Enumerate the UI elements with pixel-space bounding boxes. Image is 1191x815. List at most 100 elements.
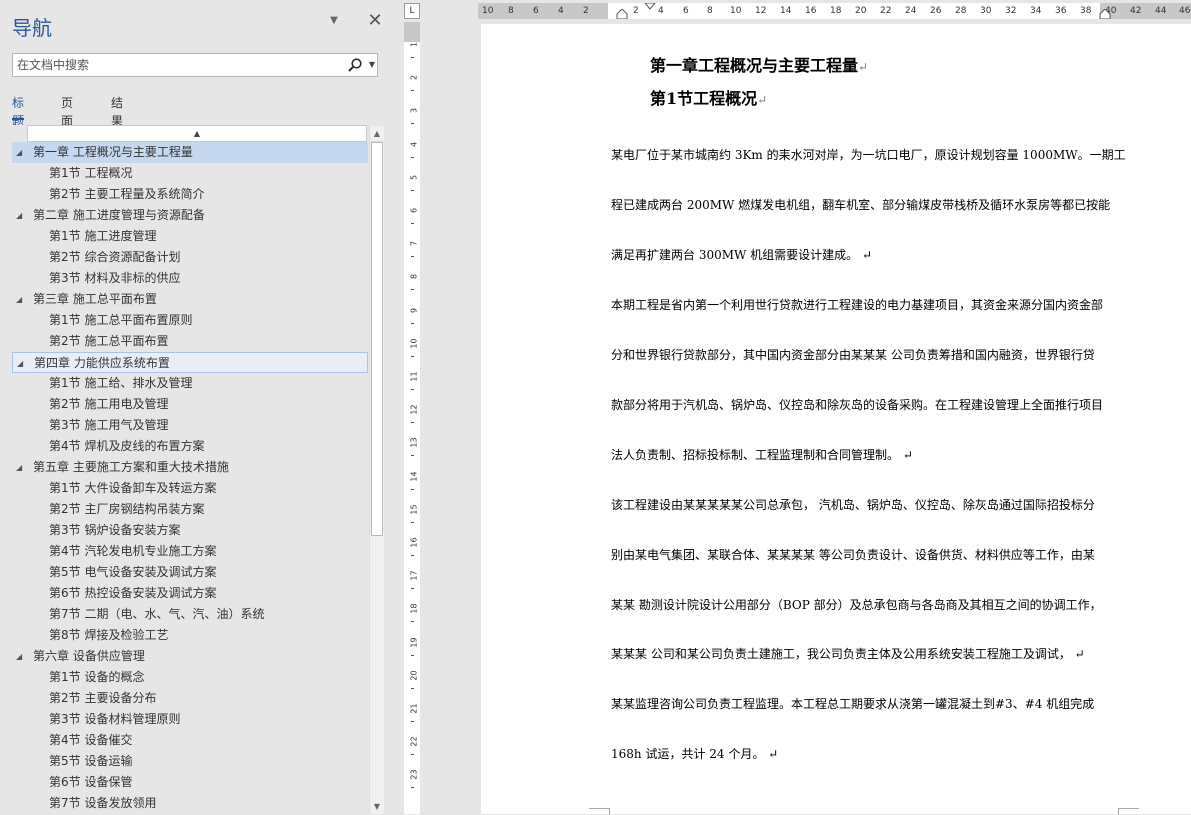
tab-selector[interactable]: L	[404, 3, 420, 19]
collapse-triangle-icon[interactable]: ◢	[16, 205, 22, 226]
nav-item-label: 第8节 焊接及检验工艺	[49, 628, 169, 642]
nav-item-label: 第一章 工程概况与主要工程量	[33, 145, 193, 159]
body-text-line[interactable]: 某某某 公司和某公司负责土建施工，我公司负责主体及公用系统安装工程施工及调试， …	[611, 645, 1118, 662]
heading-section[interactable]: 第1节工程概况↵	[650, 85, 767, 109]
ruler-tick-label: 10	[409, 338, 419, 349]
scrollbar-thumb[interactable]	[371, 142, 383, 536]
nav-section-item[interactable]: 第3节 锅炉设备安装方案	[12, 520, 368, 541]
ruler-tick-label: 16	[805, 6, 817, 16]
ruler-tick-mark	[411, 355, 414, 357]
body-text-line[interactable]: 该工程建设由某某某某某公司总承包， 汽机岛、锅炉岛、仪控岛、除灰岛通过国际招投标…	[611, 496, 1118, 513]
nav-item-label: 第1节 设备的概念	[49, 670, 145, 684]
horizontal-ruler[interactable]: 10 8 6 4 2 2 4 6 8 10 12 14 16 18 20 22 24 26 28 30 32 34 36 38…	[478, 3, 1191, 19]
nav-chapter-item[interactable]: ◢ 第二章 施工进度管理与资源配备	[12, 205, 368, 226]
ruler-tick-label: 2	[409, 75, 419, 81]
first-line-indent-marker-icon[interactable]	[644, 3, 656, 19]
nav-chapter-item[interactable]: ◢ 第五章 主要施工方案和重大技术措施	[12, 457, 368, 478]
pane-options-chevron-down-icon[interactable]: ▼	[327, 14, 341, 28]
nav-section-item[interactable]: 第1节 设备的概念	[12, 667, 368, 688]
body-text-line[interactable]: 某电厂位于某市城南约 3Km 的耒水河对岸，为一坑口电厂，原设计规划容量 100…	[611, 146, 1126, 163]
body-text-line[interactable]: 本期工程是省内第一个利用世行贷款进行工程建设的电力基建项目，其资金来源分国内资金…	[611, 296, 1118, 313]
nav-section-item[interactable]: 第6节 热控设备安装及调试方案	[12, 583, 368, 604]
nav-section-item[interactable]: 第4节 设备催交	[12, 730, 368, 751]
ruler-tick-label: 20	[855, 6, 867, 16]
search-icon[interactable]	[347, 57, 363, 73]
nav-section-item[interactable]: 第4节 焊机及皮线的布置方案	[12, 436, 368, 457]
nav-section-item[interactable]: 第3节 施工用气及管理	[12, 415, 368, 436]
nav-section-item[interactable]: 第1节 施工给、排水及管理	[12, 373, 368, 394]
ruler-tick-label: 5	[409, 174, 419, 180]
body-text-line[interactable]: 168h 试运，共计 24 个月。 ↵	[611, 745, 1118, 762]
nav-section-item[interactable]: 第2节 施工总平面布置	[12, 331, 368, 352]
nav-item-label: 第4节 汽轮发电机专业施工方案	[49, 544, 217, 558]
nav-section-item[interactable]: 第5节 设备运输	[12, 751, 368, 772]
collapse-triangle-icon[interactable]: ◢	[16, 646, 22, 667]
scroll-down-icon[interactable]: ▼	[370, 800, 384, 814]
nav-item-label: 第7节 设备发放领用	[49, 796, 157, 810]
heading-chapter[interactable]: 第一章工程概况与主要工程量↵	[650, 52, 868, 76]
nav-section-item[interactable]: 第5节 电气设备安装及调试方案	[12, 562, 368, 583]
nav-chapter-item[interactable]: ◢ 第四章 力能供应系统布置	[12, 352, 368, 373]
search-input[interactable]	[13, 54, 351, 76]
ruler-tick-mark	[411, 654, 414, 656]
nav-section-item[interactable]: 第2节 综合资源配备计划	[12, 247, 368, 268]
nav-section-item[interactable]: 第4节 汽轮发电机专业施工方案	[12, 541, 368, 562]
tab-results[interactable]: 结果	[111, 94, 123, 128]
nav-section-item[interactable]: 第7节 二期（电、水、气、汽、油）系统	[12, 604, 368, 625]
ruler-tick-label: 14	[780, 6, 792, 16]
ruler-tick-label: 30	[980, 6, 992, 16]
body-text-line[interactable]: 别由某电气集团、某联合体、某某某某 等公司负责设计、设备供货、材料供应等工作，由…	[611, 546, 1118, 563]
nav-section-item[interactable]: 第3节 材料及非标的供应	[12, 268, 368, 289]
nav-item-label: 第2节 主厂房钢结构吊装方案	[49, 502, 205, 516]
ruler-tick-label: 44	[1155, 6, 1167, 16]
document-page[interactable]: 第一章工程概况与主要工程量↵ 第1节工程概况↵ 某电厂位于某市城南约 3Km 的…	[481, 24, 1191, 815]
nav-section-item[interactable]: 第2节 主要设备分布	[12, 688, 368, 709]
vertical-ruler[interactable]: 1 2 3 4 5 6 7 8 9 10 11 12 13 14 15 16 17 18 19 20 21 22 23	[404, 22, 420, 814]
scroll-up-icon[interactable]: ▲	[370, 126, 384, 142]
ruler-tick-mark	[411, 389, 414, 390]
nav-item-label: 第6节 设备保管	[49, 775, 133, 789]
paragraph-mark: ↵	[858, 60, 869, 74]
body-text-line[interactable]: 款部分将用于汽机岛、锅炉岛、仪控岛和除灰岛的设备采购。在工程建设管理上全面推行项…	[611, 396, 1118, 413]
nav-section-item[interactable]: 第1节 施工进度管理	[12, 226, 368, 247]
ruler-tick-label: 1	[409, 41, 419, 48]
tab-headings[interactable]: 标题	[12, 94, 25, 128]
nav-item-label: 第2节 施工总平面布置	[49, 334, 169, 348]
search-options-chevron-down-icon[interactable]: ▼	[367, 58, 377, 72]
body-text-line[interactable]: 某某 勘测设计院设计公用部分（BOP 部分）及总承包商与各岛商及其相互之间的协调…	[611, 596, 1118, 613]
nav-section-item[interactable]: 第1节 施工总平面布置原则	[12, 310, 368, 331]
nav-chapter-item[interactable]: ◢ 第六章 设备供应管理	[12, 646, 368, 667]
body-text-line[interactable]: 某某监理咨询公司负责工程监理。本工程总工期要求从浇第一罐混凝土到#3、#4 机组…	[611, 695, 1118, 712]
body-text-line[interactable]: 满足再扩建两台 300MW 机组需要设计建成。 ↵	[611, 246, 1118, 263]
nav-chapter-item[interactable]: ◢ 第一章 工程概况与主要工程量	[12, 142, 368, 163]
collapse-triangle-icon[interactable]: ◢	[16, 142, 22, 163]
ruler-tick-label: 18	[409, 603, 419, 614]
collapse-triangle-icon[interactable]: ◢	[17, 353, 23, 374]
nav-scrollbar[interactable]: ▲ ▼	[369, 126, 384, 814]
hanging-indent-marker-icon[interactable]	[616, 9, 628, 19]
nav-section-item[interactable]: 第2节 主厂房钢结构吊装方案	[12, 499, 368, 520]
nav-section-item[interactable]: 第1节 工程概况	[12, 163, 368, 184]
ruler-tick-label: 17	[409, 570, 419, 581]
nav-section-item[interactable]: 第1节 大件设备卸车及转运方案	[12, 478, 368, 499]
body-text-line[interactable]: 法人负责制、招标投标制、工程监理制和合同管理制。 ↵	[611, 446, 1118, 463]
collapse-triangle-icon[interactable]: ◢	[16, 289, 22, 310]
ruler-tick-label: 11	[409, 371, 419, 382]
nav-chapter-item[interactable]: ◢ 第三章 施工总平面布置	[12, 289, 368, 310]
nav-section-item[interactable]: 第2节 施工用电及管理	[12, 394, 368, 415]
collapse-all-icon[interactable]: ▲	[27, 125, 367, 142]
nav-section-item[interactable]: 第2节 主要工程量及系统简介	[12, 184, 368, 205]
close-icon[interactable]: ✕	[366, 11, 384, 31]
nav-section-item[interactable]: 第8节 焊接及检验工艺	[12, 625, 368, 646]
collapse-triangle-icon[interactable]: ◢	[16, 457, 22, 478]
nav-section-item[interactable]: 第6节 设备保管	[12, 772, 368, 793]
ruler-tick-label: 6	[683, 6, 689, 16]
nav-section-item[interactable]: 第7节 设备发放领用	[12, 793, 368, 814]
nav-item-label: 第4节 焊机及皮线的布置方案	[49, 439, 205, 453]
nav-section-item[interactable]: 第3节 设备材料管理原则	[12, 709, 368, 730]
body-text-line[interactable]: 分和世界银行贷款部分，其中国内资金部分由某某某 公司负责筹措和国内融资，世界银行…	[611, 346, 1118, 363]
right-indent-marker-icon[interactable]	[1099, 9, 1111, 19]
tab-pages[interactable]: 页面	[61, 94, 73, 128]
body-text-line[interactable]: 程已建成两台 200MW 燃煤发电机组，翻车机室、部分输煤皮带栈桥及循环水泵房等…	[611, 196, 1118, 213]
nav-item-label: 第六章 设备供应管理	[33, 649, 145, 663]
